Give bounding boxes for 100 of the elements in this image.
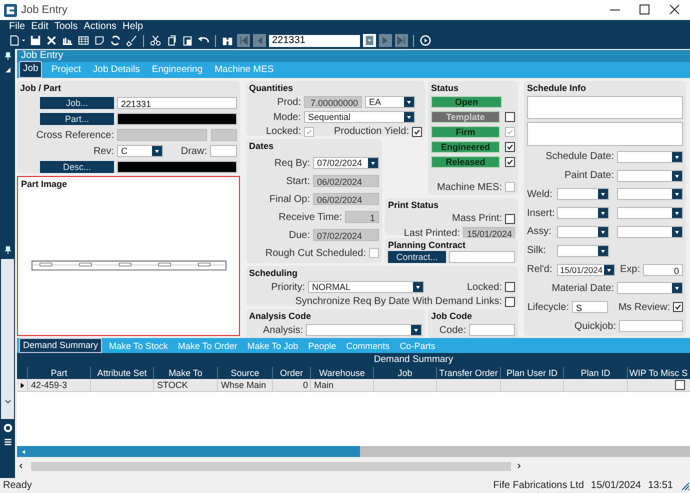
checkbox[interactable] — [505, 282, 515, 292]
status-button[interactable]: Released — [431, 156, 500, 168]
scroll-thumb[interactable] — [17, 446, 360, 457]
exp-field[interactable]: 0 — [643, 264, 683, 276]
caret-icon — [672, 189, 682, 200]
menu-item[interactable]: Actions — [84, 20, 117, 32]
checkbox[interactable] — [505, 214, 515, 224]
date-dropdown[interactable]: 07/02/2024 — [313, 157, 379, 169]
number-field: 1 — [345, 211, 379, 223]
field-label: Start: — [286, 176, 310, 186]
menu-item[interactable]: Edit — [31, 20, 48, 32]
dropdown[interactable] — [557, 226, 609, 238]
dropdown[interactable] — [617, 207, 683, 220]
date-dropdown[interactable] — [617, 282, 683, 294]
tab[interactable]: Job — [19, 61, 42, 78]
scrollbar[interactable] — [17, 446, 690, 457]
checkbox[interactable] — [673, 302, 683, 312]
cross-reference-field — [210, 129, 237, 141]
contract-button[interactable]: Contract... — [388, 251, 446, 263]
part-button[interactable]: Part... — [40, 113, 114, 125]
priority-dropdown[interactable]: NORMAL — [308, 281, 424, 293]
resize-grip-icon[interactable] — [680, 480, 690, 490]
grid-title: Demand Summary — [17, 353, 690, 367]
date-dropdown[interactable]: 15/01/2024 — [557, 264, 615, 276]
description-field[interactable] — [117, 161, 237, 173]
caret-icon — [404, 112, 414, 122]
lifecycle-field[interactable]: S — [572, 301, 608, 314]
field-label: Prod: — [276, 96, 301, 108]
field-label: Cross Reference: — [36, 130, 114, 140]
play-icon[interactable] — [419, 34, 432, 47]
checkbox[interactable] — [505, 142, 515, 152]
date-dropdown[interactable] — [617, 170, 683, 182]
field-label: Last Printed: — [404, 228, 460, 238]
date-dropdown[interactable] — [617, 150, 683, 163]
field-label: Rough Cut Scheduled: — [265, 248, 366, 258]
checkbox[interactable] — [505, 296, 515, 306]
field-label: Production Yield: — [332, 126, 409, 137]
scroll-thumb[interactable] — [31, 462, 511, 470]
checkbox[interactable] — [505, 157, 515, 167]
caret-icon — [672, 152, 682, 162]
section-title: Part Image — [21, 179, 68, 189]
dropdown[interactable] — [557, 188, 609, 200]
job-button[interactable]: Job... — [40, 97, 114, 109]
menu-item[interactable]: File — [9, 20, 26, 32]
dropdown[interactable] — [617, 188, 683, 200]
field-label: Analysis: — [262, 324, 303, 336]
code-field[interactable] — [469, 324, 515, 336]
pin-icon[interactable] — [2, 245, 12, 255]
checkbox[interactable] — [675, 380, 685, 390]
menu-item[interactable]: Tools — [54, 20, 78, 32]
field-label: Ms Review: — [617, 302, 670, 313]
analysis-dropdown[interactable] — [306, 324, 422, 336]
dropdown[interactable] — [557, 207, 609, 220]
note-icon[interactable] — [93, 34, 106, 47]
section-title: Status — [431, 83, 460, 93]
checkbox[interactable] — [505, 112, 515, 122]
quickjob-field[interactable] — [619, 320, 683, 332]
scissors-icon[interactable] — [149, 34, 162, 47]
help-icon[interactable] — [2, 423, 12, 433]
revision-dropdown[interactable]: C — [117, 145, 163, 157]
tab[interactable]: Demand Summary — [19, 338, 102, 353]
field-label: Weld: — [527, 188, 554, 200]
pin-icon[interactable] — [2, 51, 12, 61]
section-title: Scheduling — [249, 268, 299, 278]
list-icon[interactable] — [2, 437, 12, 447]
mode-dropdown[interactable]: Sequential — [304, 111, 415, 123]
table-cell: Whse Main — [217, 379, 272, 391]
dropdown[interactable] — [557, 244, 609, 257]
draw-field[interactable] — [210, 145, 237, 157]
field-label: Material Date: — [552, 282, 614, 294]
status-button[interactable]: Engineered — [431, 141, 500, 153]
field-label: Rel'd: — [527, 264, 554, 276]
job-field[interactable]: 221331 — [117, 97, 237, 109]
checkbox[interactable] — [412, 126, 422, 136]
record-field[interactable]: 221331 — [269, 34, 360, 46]
field-label: Insert: — [527, 208, 555, 219]
grid-icon[interactable] — [77, 34, 90, 47]
caret-icon — [598, 246, 608, 256]
field-label: Silk: — [527, 245, 547, 256]
part-field[interactable] — [117, 113, 237, 125]
open-status-button[interactable]: Open — [431, 96, 502, 108]
caret-icon — [672, 226, 682, 237]
new-document-icon[interactable] — [8, 34, 21, 47]
menu-item[interactable]: Help — [122, 20, 144, 32]
date-field: 07/02/2024 — [313, 229, 379, 241]
caret-icon — [152, 146, 162, 156]
field-label: Receive Time: — [278, 212, 342, 222]
status-time: 13:51 — [648, 480, 673, 491]
caret-icon — [598, 189, 608, 200]
dropdown[interactable] — [617, 226, 683, 238]
caret-icon — [672, 283, 682, 294]
unit-dropdown[interactable]: EA — [365, 96, 415, 108]
save-icon[interactable] — [29, 34, 42, 47]
field-label: Schedule Date: — [546, 151, 614, 162]
delete-icon[interactable] — [45, 34, 58, 47]
broom-icon[interactable] — [125, 34, 138, 47]
description-button[interactable]: Desc... — [40, 161, 114, 173]
paste-icon[interactable] — [181, 34, 194, 47]
contract-field[interactable] — [449, 251, 515, 263]
refresh-icon[interactable] — [109, 34, 122, 47]
